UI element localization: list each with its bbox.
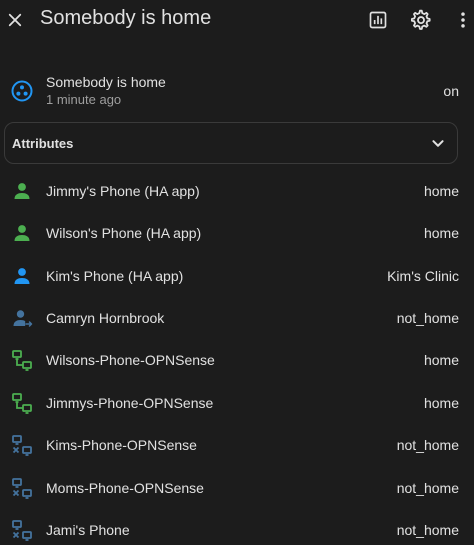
entity-row[interactable]: Jami's Phone not_home: [0, 509, 474, 545]
entity-name: Kims-Phone-OPNSense: [46, 437, 197, 453]
entity-row[interactable]: Jimmys-Phone-OPNSense home: [0, 382, 474, 424]
gear-icon: [410, 9, 431, 30]
history-button[interactable]: [366, 8, 390, 32]
state-value: on: [443, 83, 459, 99]
entity-row[interactable]: Camryn Hornbrook not_home: [0, 297, 474, 339]
chart-box-icon: [369, 11, 387, 29]
person-away-icon: [13, 310, 33, 327]
entity-state: home: [423, 183, 459, 199]
entity-state: not_home: [396, 522, 459, 538]
close-icon: [8, 13, 22, 27]
lan-disconnect-icon: [12, 478, 32, 499]
state-card: Somebody is home 1 minute ago on: [0, 66, 474, 116]
lan-connect-icon: [12, 350, 32, 371]
entity-row[interactable]: Kim's Phone (HA app) Kim's Clinic: [0, 255, 474, 297]
group-circle-icon: [11, 80, 33, 102]
close-button[interactable]: [3, 8, 27, 32]
entity-state: home: [423, 225, 459, 241]
entity-state: home: [423, 352, 459, 368]
last-changed: 1 minute ago: [46, 92, 122, 107]
entity-row[interactable]: Wilsons-Phone-OPNSense home: [0, 339, 474, 381]
entity-row[interactable]: Moms-Phone-OPNSense not_home: [0, 467, 474, 509]
more-options-button[interactable]: [451, 8, 474, 32]
dialog-header: Somebody is home: [0, 0, 474, 40]
lan-disconnect-icon: [12, 520, 32, 541]
entity-state: not_home: [396, 437, 459, 453]
entity-name: Jimmy's Phone (HA app): [46, 183, 200, 199]
entity-state: Kim's Clinic: [387, 268, 459, 284]
entity-name: Wilson's Phone (HA app): [46, 225, 202, 241]
person-icon: [14, 183, 30, 199]
entity-name: Jimmys-Phone-OPNSense: [46, 395, 214, 411]
attributes-label: Attributes: [12, 136, 74, 151]
entity-row[interactable]: Jimmy's Phone (HA app) home: [0, 170, 474, 212]
chevron-down-icon: [432, 140, 444, 147]
more-info-dialog: Somebody is home Somebody is home 1 minu…: [0, 0, 474, 545]
person-icon: [14, 225, 30, 241]
state-name: Somebody is home: [46, 74, 166, 90]
entity-state: not_home: [396, 480, 459, 496]
entity-name: Wilsons-Phone-OPNSense: [46, 352, 215, 368]
lan-disconnect-icon: [12, 435, 32, 456]
entity-name: Moms-Phone-OPNSense: [46, 480, 204, 496]
entity-row[interactable]: Wilson's Phone (HA app) home: [0, 212, 474, 254]
lan-connect-icon: [12, 393, 32, 414]
dialog-title: Somebody is home: [40, 7, 212, 29]
attributes-expander[interactable]: Attributes: [4, 122, 458, 164]
entity-name: Jami's Phone: [46, 522, 130, 538]
dots-vertical-icon: [461, 12, 465, 28]
person-icon: [14, 268, 30, 284]
entity-name: Kim's Phone (HA app): [46, 268, 184, 284]
entity-row[interactable]: Kims-Phone-OPNSense not_home: [0, 424, 474, 466]
entity-state: home: [423, 395, 459, 411]
entity-state: not_home: [396, 310, 459, 326]
entity-name: Camryn Hornbrook: [46, 310, 165, 326]
settings-button[interactable]: [409, 8, 433, 32]
